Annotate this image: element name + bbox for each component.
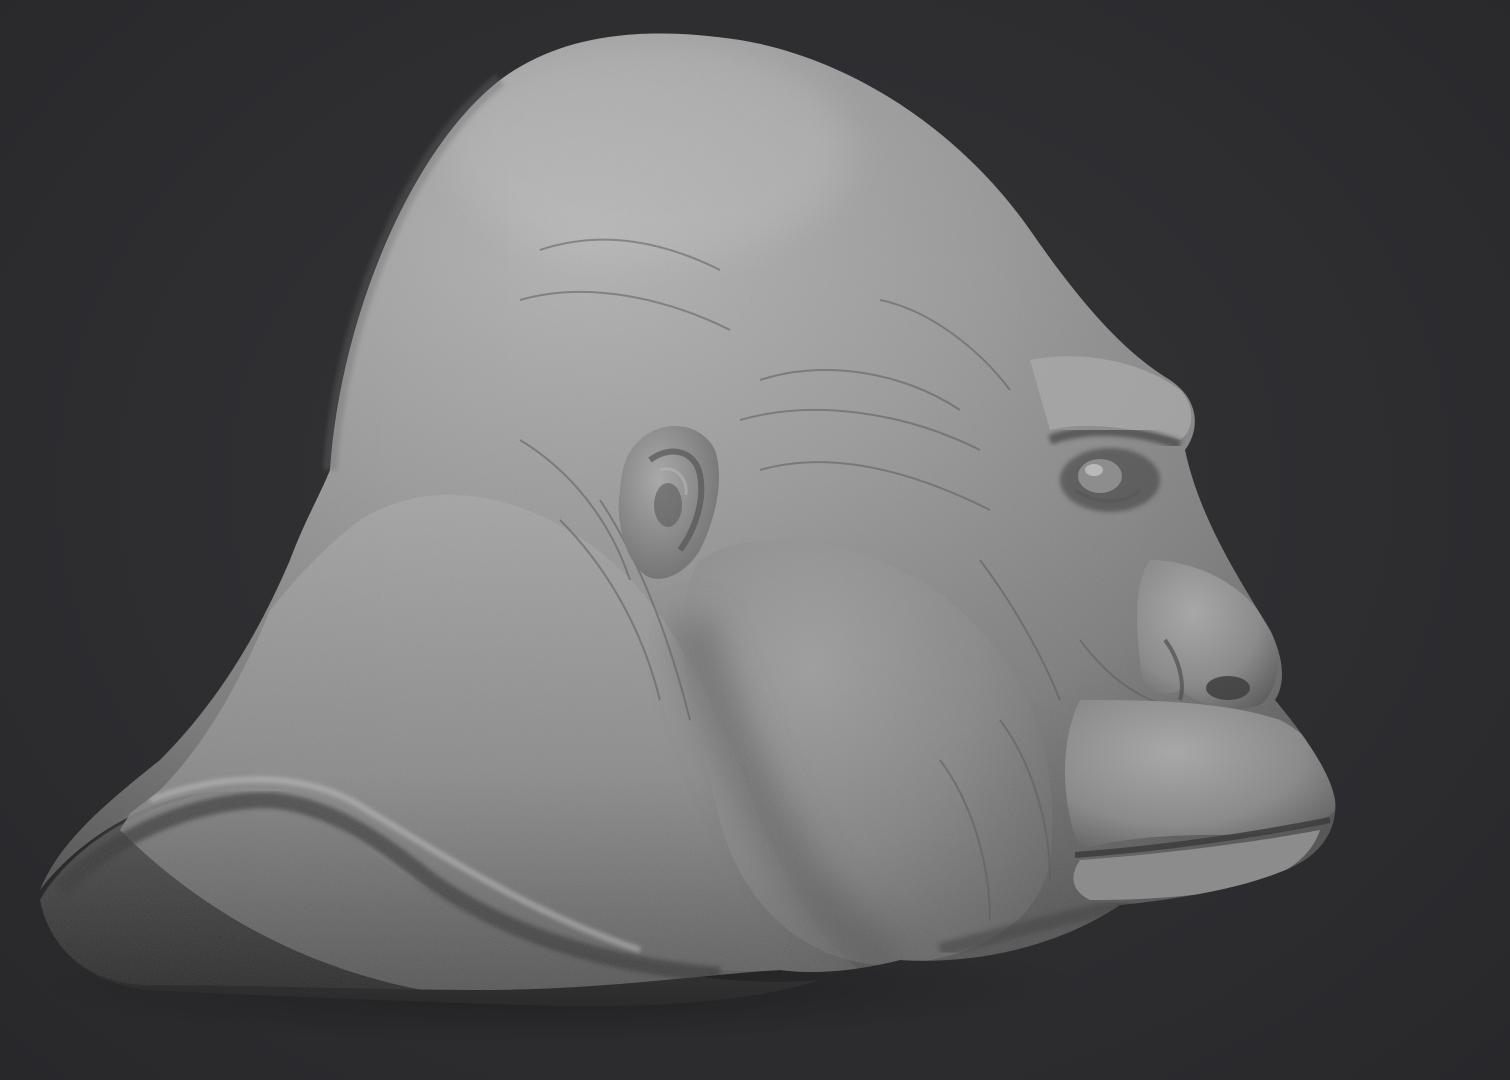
- sculpt-viewport: [0, 0, 1510, 1080]
- skin-texture: [40, 33, 1336, 990]
- gorilla-head-sculpt: [40, 33, 1336, 1045]
- eye: [1078, 459, 1122, 493]
- nostril: [1206, 676, 1250, 700]
- eye-highlight: [1085, 464, 1103, 476]
